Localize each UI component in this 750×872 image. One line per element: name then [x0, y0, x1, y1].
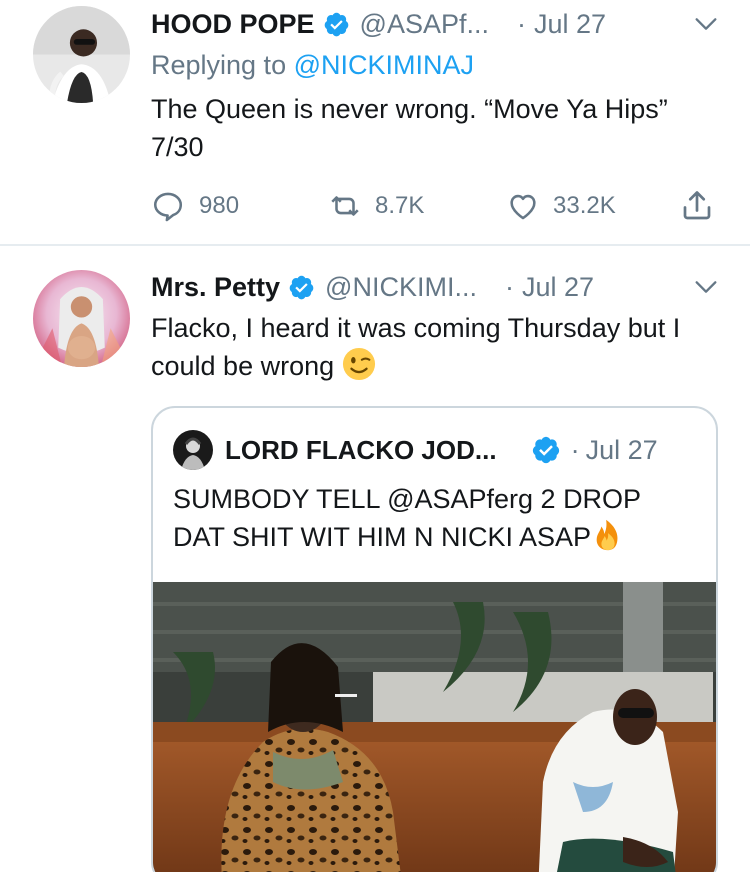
mention-link[interactable]: @NICKIMINAJ	[294, 50, 474, 80]
quoted-tweet-card[interactable]: LORD FLACKO JOD... · Jul 27 SUMBODY TELL…	[151, 406, 718, 872]
timestamp[interactable]: Jul 27	[522, 272, 594, 303]
tweet-text: The Queen is never wrong. “Move Ya Hips”…	[151, 94, 668, 162]
reply-icon	[151, 189, 185, 223]
quoted-tweet-text-container: SUMBODY TELL @ASAPferg 2 DROP DAT SHIT W…	[173, 480, 693, 556]
winking-face-emoji-icon	[342, 347, 376, 381]
separator-dot: ·	[516, 8, 526, 39]
verified-badge-icon	[288, 274, 315, 301]
quoted-tweet-text: SUMBODY TELL @ASAPferg 2 DROP DAT SHIT W…	[173, 484, 641, 552]
tweet-text: Flacko, I heard it was coming Thursday b…	[151, 313, 681, 381]
like-button[interactable]: 33.2K	[505, 186, 616, 226]
replying-to: Replying to @NICKIMINAJ	[151, 50, 474, 81]
quoted-timestamp: Jul 27	[585, 434, 658, 465]
tweet-text-container: Flacko, I heard it was coming Thursday b…	[151, 309, 711, 385]
timestamp[interactable]: Jul 27	[534, 9, 606, 40]
tweet-mrs-petty[interactable]: Mrs. Petty @NICKIMI... · Jul 27 Flacko, …	[0, 246, 750, 872]
quoted-tweet-header: LORD FLACKO JOD... · Jul 27	[173, 430, 696, 470]
tweet-actions: 980 8.7K 33.2K	[151, 186, 721, 226]
fire-emoji-icon	[591, 518, 625, 552]
retweet-count: 8.7K	[375, 192, 425, 219]
chevron-down-icon[interactable]	[692, 273, 720, 301]
reply-button[interactable]: 980	[151, 186, 239, 226]
retweet-button[interactable]: 8.7K	[325, 186, 424, 226]
verified-badge-icon	[531, 435, 561, 465]
chevron-down-icon[interactable]	[692, 10, 720, 38]
tweet-hood-pope[interactable]: HOOD POPE @ASAPf... · Jul 27 Replying to…	[0, 0, 750, 245]
share-button[interactable]	[679, 186, 715, 226]
user-handle[interactable]: @ASAPf...	[360, 9, 489, 40]
quoted-avatar[interactable]	[173, 430, 213, 470]
user-handle[interactable]: @NICKIMI...	[325, 272, 477, 303]
verified-badge-icon	[323, 11, 350, 38]
replying-to-label: Replying to	[151, 50, 294, 80]
avatar[interactable]	[33, 6, 130, 103]
share-icon	[679, 188, 715, 224]
display-name[interactable]: HOOD POPE	[151, 9, 315, 40]
display-name[interactable]: Mrs. Petty	[151, 272, 280, 303]
avatar[interactable]	[33, 270, 130, 367]
quoted-display-name: LORD FLACKO JOD...	[225, 434, 497, 465]
tweet-header: HOOD POPE @ASAPf... · Jul 27	[151, 6, 720, 42]
heart-icon	[505, 189, 541, 223]
retweet-icon	[325, 189, 365, 223]
reply-count: 980	[199, 192, 240, 219]
quoted-tweet-photo[interactable]	[153, 582, 716, 872]
like-count: 33.2K	[553, 192, 616, 219]
separator-dot: ·	[504, 271, 514, 302]
separator-dot: ·	[570, 434, 580, 465]
tweet-header: Mrs. Petty @NICKIMI... · Jul 27	[151, 269, 720, 305]
